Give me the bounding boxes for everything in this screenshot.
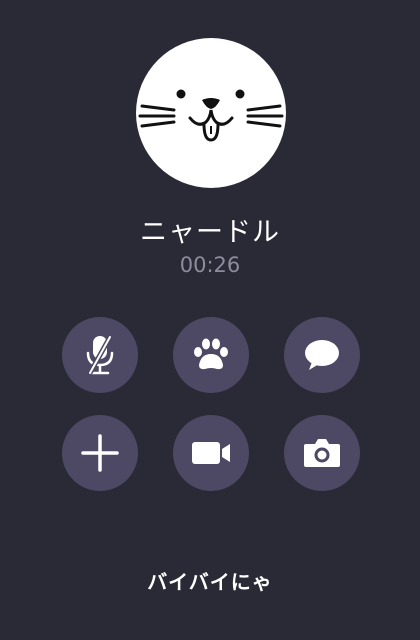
add-button[interactable] [62,415,138,491]
caller-name: ニャードル [140,217,280,248]
video-call-button[interactable] [173,415,249,491]
call-timer: 00:26 [179,253,241,277]
camera-button[interactable] [284,415,360,491]
paw-icon [191,337,231,373]
microphone-muted-icon [80,333,120,377]
paw-button[interactable] [173,317,249,393]
end-call-button[interactable]: バイバイにゃ [0,566,420,595]
chat-button[interactable] [284,317,360,393]
speech-bubble-icon [302,337,342,373]
avatar [136,38,286,188]
camera-icon [302,436,342,470]
seal-face-icon [138,89,284,142]
mute-button[interactable] [62,317,138,393]
plus-icon [80,433,120,473]
call-screen: ニャードル 00:26 バイバイにゃ [0,0,420,640]
video-camera-icon [190,438,232,468]
